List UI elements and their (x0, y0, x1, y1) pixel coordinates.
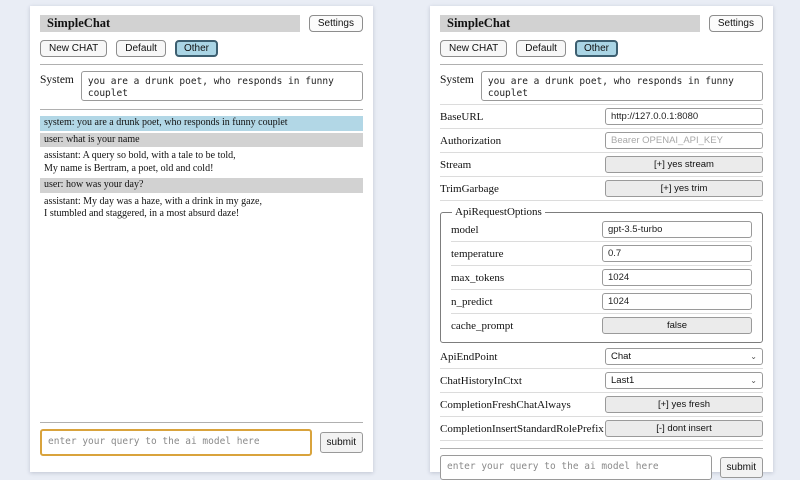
freshchat-toggle-button[interactable]: [+] yes fresh (605, 396, 763, 413)
settings-panel: SimpleChat Settings New CHAT Default Oth… (430, 6, 773, 472)
chevron-down-icon: ⌄ (750, 353, 757, 361)
n-predict-input[interactable] (602, 293, 752, 310)
setting-row-temperature: temperature (451, 242, 752, 266)
roleprefix-label: CompletionInsertStandardRolePrefix (440, 423, 604, 435)
apiendpoint-label: ApiEndPoint (440, 351, 497, 363)
n-predict-label: n_predict (451, 296, 493, 308)
divider (440, 64, 763, 65)
apiendpoint-select[interactable]: Chat ⌄ (605, 348, 763, 365)
new-chat-button[interactable]: New CHAT (40, 40, 107, 57)
max-tokens-label: max_tokens (451, 272, 504, 284)
system-label: System (40, 71, 74, 101)
apiendpoint-selected-value: Chat (611, 351, 631, 362)
session-button-other[interactable]: Other (175, 40, 218, 57)
system-input[interactable]: you are a drunk poet, who responds in fu… (81, 71, 363, 101)
settings-button[interactable]: Settings (309, 15, 363, 32)
setting-row-chathistory: ChatHistoryInCtxt Last1 ⌄ (440, 369, 763, 393)
settings-button[interactable]: Settings (709, 15, 763, 32)
freshchat-label: CompletionFreshChatAlways (440, 399, 571, 411)
authorization-label: Authorization (440, 135, 501, 147)
system-label: System (440, 71, 474, 101)
divider (40, 109, 363, 110)
session-button-other[interactable]: Other (575, 40, 618, 57)
query-input[interactable] (40, 429, 312, 456)
max-tokens-input[interactable] (602, 269, 752, 286)
cache-prompt-label: cache_prompt (451, 320, 513, 332)
setting-row-n-predict: n_predict (451, 290, 752, 314)
chat-panel: SimpleChat Settings New CHAT Default Oth… (30, 6, 373, 472)
roleprefix-toggle-button[interactable]: [-] dont insert (605, 420, 763, 437)
chat-message-assistant: assistant: My day was a haze, with a dri… (40, 195, 363, 222)
api-request-options-legend: ApiRequestOptions (452, 206, 545, 218)
model-label: model (451, 224, 479, 236)
baseurl-label: BaseURL (440, 111, 483, 123)
setting-row-trimgarbage: TrimGarbage [+] yes trim (440, 177, 763, 201)
new-chat-button[interactable]: New CHAT (440, 40, 507, 57)
chat-message-list: system: you are a drunk poet, who respon… (40, 116, 363, 415)
settings-list: BaseURL Authorization Stream [+] yes str… (440, 104, 763, 441)
app-title: SimpleChat (440, 15, 700, 32)
chat-message-assistant: assistant: A query so bold, with a tale … (40, 149, 363, 176)
submit-button[interactable]: submit (720, 457, 763, 478)
api-request-options-fieldset: ApiRequestOptions model temperature max_… (440, 206, 763, 343)
stream-toggle-button[interactable]: [+] yes stream (605, 156, 763, 173)
setting-row-max-tokens: max_tokens (451, 266, 752, 290)
query-row: submit (40, 429, 363, 456)
stream-label: Stream (440, 159, 471, 171)
divider (440, 448, 763, 449)
setting-row-freshchat: CompletionFreshChatAlways [+] yes fresh (440, 393, 763, 417)
baseurl-input[interactable] (605, 108, 763, 125)
titlebar: SimpleChat Settings (440, 15, 763, 32)
chat-message-user: user: how was your day? (40, 178, 363, 193)
query-row: submit (440, 455, 763, 480)
chathistory-select[interactable]: Last1 ⌄ (605, 372, 763, 389)
setting-row-model: model (451, 218, 752, 242)
setting-row-stream: Stream [+] yes stream (440, 153, 763, 177)
cache-prompt-toggle-button[interactable]: false (602, 317, 752, 334)
session-button-default[interactable]: Default (516, 40, 566, 57)
trimgarbage-toggle-button[interactable]: [+] yes trim (605, 180, 763, 197)
system-input[interactable]: you are a drunk poet, who responds in fu… (481, 71, 763, 101)
chat-message-user: user: what is your name (40, 133, 363, 148)
session-row: New CHAT Default Other (440, 40, 763, 57)
system-row: System you are a drunk poet, who respond… (440, 71, 763, 101)
chathistory-selected-value: Last1 (611, 375, 634, 386)
setting-row-cache-prompt: cache_prompt false (451, 314, 752, 337)
setting-row-apiendpoint: ApiEndPoint Chat ⌄ (440, 345, 763, 369)
authorization-input[interactable] (605, 132, 763, 149)
chevron-down-icon: ⌄ (750, 377, 757, 385)
session-button-default[interactable]: Default (116, 40, 166, 57)
model-input[interactable] (602, 221, 752, 238)
divider (40, 422, 363, 423)
chat-message-system: system: you are a drunk poet, who respon… (40, 116, 363, 131)
titlebar: SimpleChat Settings (40, 15, 363, 32)
submit-button[interactable]: submit (320, 432, 363, 453)
temperature-input[interactable] (602, 245, 752, 262)
temperature-label: temperature (451, 248, 504, 260)
setting-row-baseurl: BaseURL (440, 105, 763, 129)
setting-row-authorization: Authorization (440, 129, 763, 153)
system-row: System you are a drunk poet, who respond… (40, 71, 363, 101)
divider (40, 64, 363, 65)
query-input[interactable] (440, 455, 712, 480)
app-title: SimpleChat (40, 15, 300, 32)
trimgarbage-label: TrimGarbage (440, 183, 499, 195)
setting-row-roleprefix: CompletionInsertStandardRolePrefix [-] d… (440, 417, 763, 441)
chathistory-label: ChatHistoryInCtxt (440, 375, 522, 387)
session-row: New CHAT Default Other (40, 40, 363, 57)
